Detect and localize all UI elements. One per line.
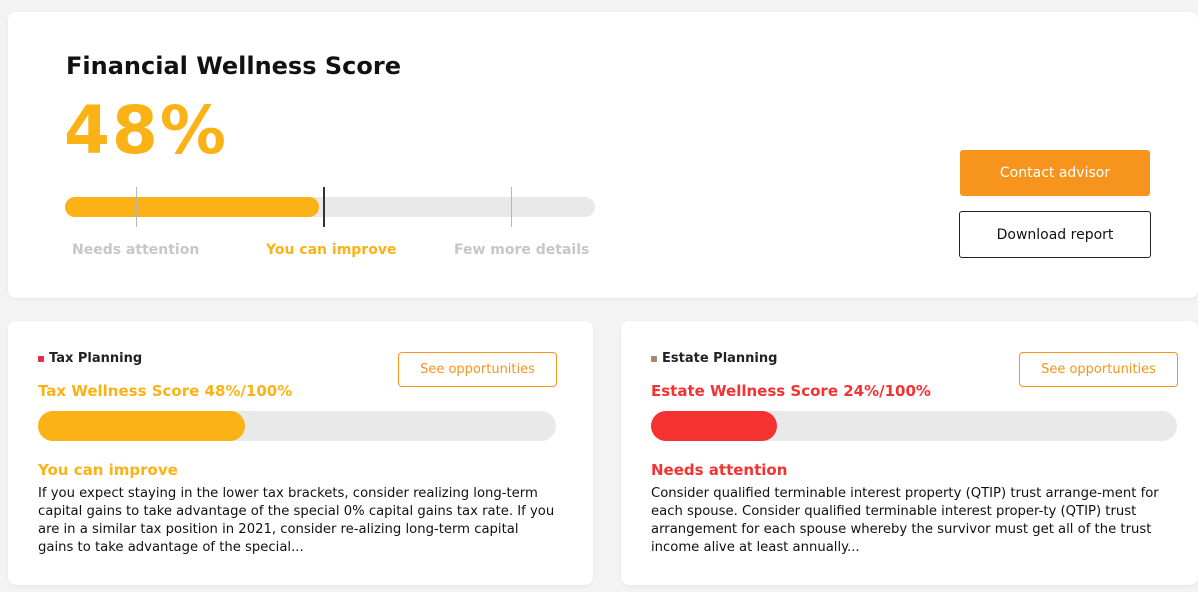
- estate-status: Needs attention: [651, 461, 788, 479]
- segment-label-you-can-improve: You can improve: [266, 242, 397, 258]
- overall-progress-fill: [65, 197, 320, 217]
- tax-wellness-score: Tax Wellness Score 48%/100%: [38, 382, 293, 400]
- tax-planning-card: Tax Planning See opportunities Tax Welln…: [8, 321, 593, 585]
- segment-divider: [136, 187, 137, 227]
- estate-category-label: Estate Planning: [662, 351, 778, 366]
- contact-advisor-button[interactable]: Contact advisor: [960, 150, 1150, 196]
- tax-category-label: Tax Planning: [49, 351, 143, 366]
- tax-planning-header: Tax Planning: [38, 351, 142, 366]
- estate-progress-fill: [651, 411, 778, 441]
- overall-progress-track: [65, 187, 595, 227]
- financial-wellness-card: Financial Wellness Score 48% Needs atten…: [8, 12, 1198, 298]
- estate-description: Consider qualified terminable interest p…: [651, 486, 1159, 555]
- tax-see-opportunities-button[interactable]: See opportunities: [398, 352, 557, 387]
- segment-label-needs-attention: Needs attention: [72, 242, 200, 258]
- tax-progress-track: [38, 411, 556, 441]
- estate-planning-card: Estate Planning See opportunities Estate…: [621, 321, 1198, 585]
- page-title: Financial Wellness Score: [66, 52, 401, 80]
- estate-planning-header: Estate Planning: [651, 351, 777, 366]
- download-report-button[interactable]: Download report: [959, 211, 1151, 258]
- segment-label-few-more-details: Few more details: [454, 242, 590, 258]
- tax-description: If you expect staying in the lower tax b…: [38, 486, 555, 555]
- segment-divider: [511, 187, 512, 227]
- estate-category-dot-icon: [651, 355, 657, 362]
- tax-progress-fill: [38, 411, 246, 441]
- estate-see-opportunities-button[interactable]: See opportunities: [1019, 352, 1178, 387]
- current-score-marker: [323, 187, 326, 227]
- overall-score: 48%: [64, 92, 228, 169]
- tax-category-dot-icon: [38, 355, 44, 362]
- estate-progress-track: [651, 411, 1177, 441]
- estate-wellness-score: Estate Wellness Score 24%/100%: [651, 382, 931, 400]
- tax-status: You can improve: [38, 461, 178, 479]
